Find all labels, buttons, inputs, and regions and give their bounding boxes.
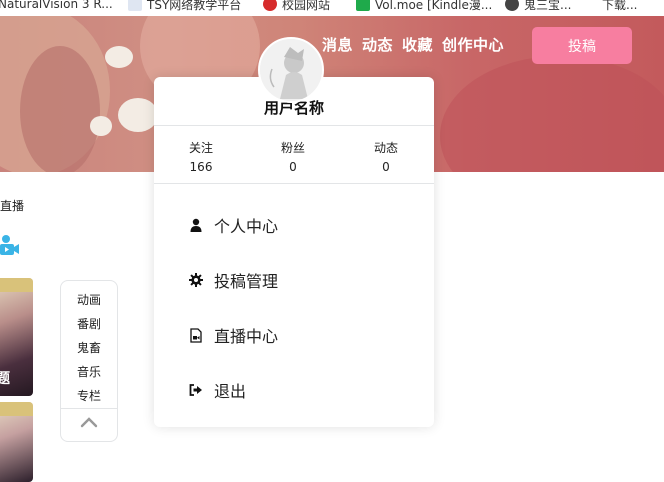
stat-label: 动态 xyxy=(373,141,398,155)
category-item-bangumi[interactable]: 番剧 xyxy=(61,312,117,336)
bookmark-label: Vol.moe [Kindle漫... xyxy=(375,0,493,12)
camera-icon[interactable] xyxy=(0,233,20,261)
profile-dropdown: 用户名称 关注 166 粉丝 0 动态 0 个人中心 投稿管理 直播中心 退出 xyxy=(154,77,434,427)
stat-dynamics[interactable]: 动态 0 xyxy=(356,139,416,174)
divider xyxy=(154,125,434,126)
nav-messages[interactable]: 消息 xyxy=(322,34,353,55)
bookmark-item[interactable]: 鬼三宝... xyxy=(505,0,571,16)
top-nav: 消息 动态 收藏 创作中心 xyxy=(322,34,504,55)
bookmark-label: 校园网站 xyxy=(282,0,331,12)
menu-label: 个人中心 xyxy=(214,217,279,236)
bookmark-item[interactable]: Vol.moe [Kindle漫... xyxy=(356,0,492,16)
submit-button[interactable]: 投稿 xyxy=(532,27,632,64)
person-icon xyxy=(505,0,519,11)
nav-creator-center[interactable]: 创作中心 xyxy=(442,34,504,55)
bookmark-label: 下载... xyxy=(602,0,638,12)
menu-live-center[interactable]: 直播中心 xyxy=(188,323,278,347)
site-icon xyxy=(263,0,277,11)
category-item-music[interactable]: 音乐 xyxy=(61,360,117,384)
stat-value: 0 xyxy=(289,160,297,174)
sidebar-item-live[interactable]: 直播 xyxy=(0,197,24,214)
video-thumbnail[interactable]: 题 xyxy=(0,278,33,396)
category-sidebar: 动画 番剧 鬼畜 音乐 专栏 xyxy=(60,280,118,442)
bookmark-item[interactable]: NaturalVision 3 R... xyxy=(0,0,113,16)
stat-value: 0 xyxy=(382,160,390,174)
avatar-image xyxy=(260,39,322,101)
bookmark-item[interactable]: 校园网站 xyxy=(263,0,330,16)
menu-logout[interactable]: 退出 xyxy=(188,378,246,402)
menu-personal-center[interactable]: 个人中心 xyxy=(188,213,278,237)
category-item-column[interactable]: 专栏 xyxy=(61,384,117,408)
thumbnail-badge xyxy=(0,278,33,292)
category-item-guichu[interactable]: 鬼畜 xyxy=(61,336,117,360)
bookmark-label: TSY网络教学平台 xyxy=(147,0,242,12)
user-icon xyxy=(188,217,204,233)
stat-value: 166 xyxy=(189,160,213,174)
bookmark-item[interactable]: 下载... xyxy=(602,0,637,16)
sign-out-icon xyxy=(188,382,204,398)
bookmark-item[interactable]: TSY网络教学平台 xyxy=(128,0,241,16)
thumbnail-badge xyxy=(0,402,33,416)
category-item-anime[interactable]: 动画 xyxy=(61,288,117,312)
page-icon xyxy=(128,0,142,11)
video-thumbnail[interactable] xyxy=(0,402,33,482)
nav-dynamics[interactable]: 动态 xyxy=(362,34,393,55)
bookmark-label: 鬼三宝... xyxy=(524,0,572,12)
thumbnail-caption: 题 xyxy=(0,371,10,387)
nav-favorites[interactable]: 收藏 xyxy=(402,34,433,55)
chevron-up-icon[interactable] xyxy=(61,413,117,432)
avatar[interactable] xyxy=(258,37,324,103)
stat-label: 关注 xyxy=(188,141,213,155)
menu-label: 退出 xyxy=(214,382,247,401)
stat-followers[interactable]: 粉丝 0 xyxy=(263,139,323,174)
divider xyxy=(154,183,434,184)
stat-label: 粉丝 xyxy=(280,141,305,155)
menu-label: 投稿管理 xyxy=(214,272,279,291)
bookmark-label: NaturalVision 3 R... xyxy=(0,0,113,11)
video-file-icon xyxy=(188,327,204,343)
menu-label: 直播中心 xyxy=(214,327,279,346)
bookmarks-bar: NaturalVision 3 R... TSY网络教学平台 校园网站 Vol.… xyxy=(0,0,664,16)
grid-icon xyxy=(356,0,370,11)
stat-following[interactable]: 关注 166 xyxy=(171,139,231,174)
gear-icon xyxy=(188,272,204,288)
menu-submission-management[interactable]: 投稿管理 xyxy=(188,268,278,292)
divider xyxy=(61,408,117,409)
